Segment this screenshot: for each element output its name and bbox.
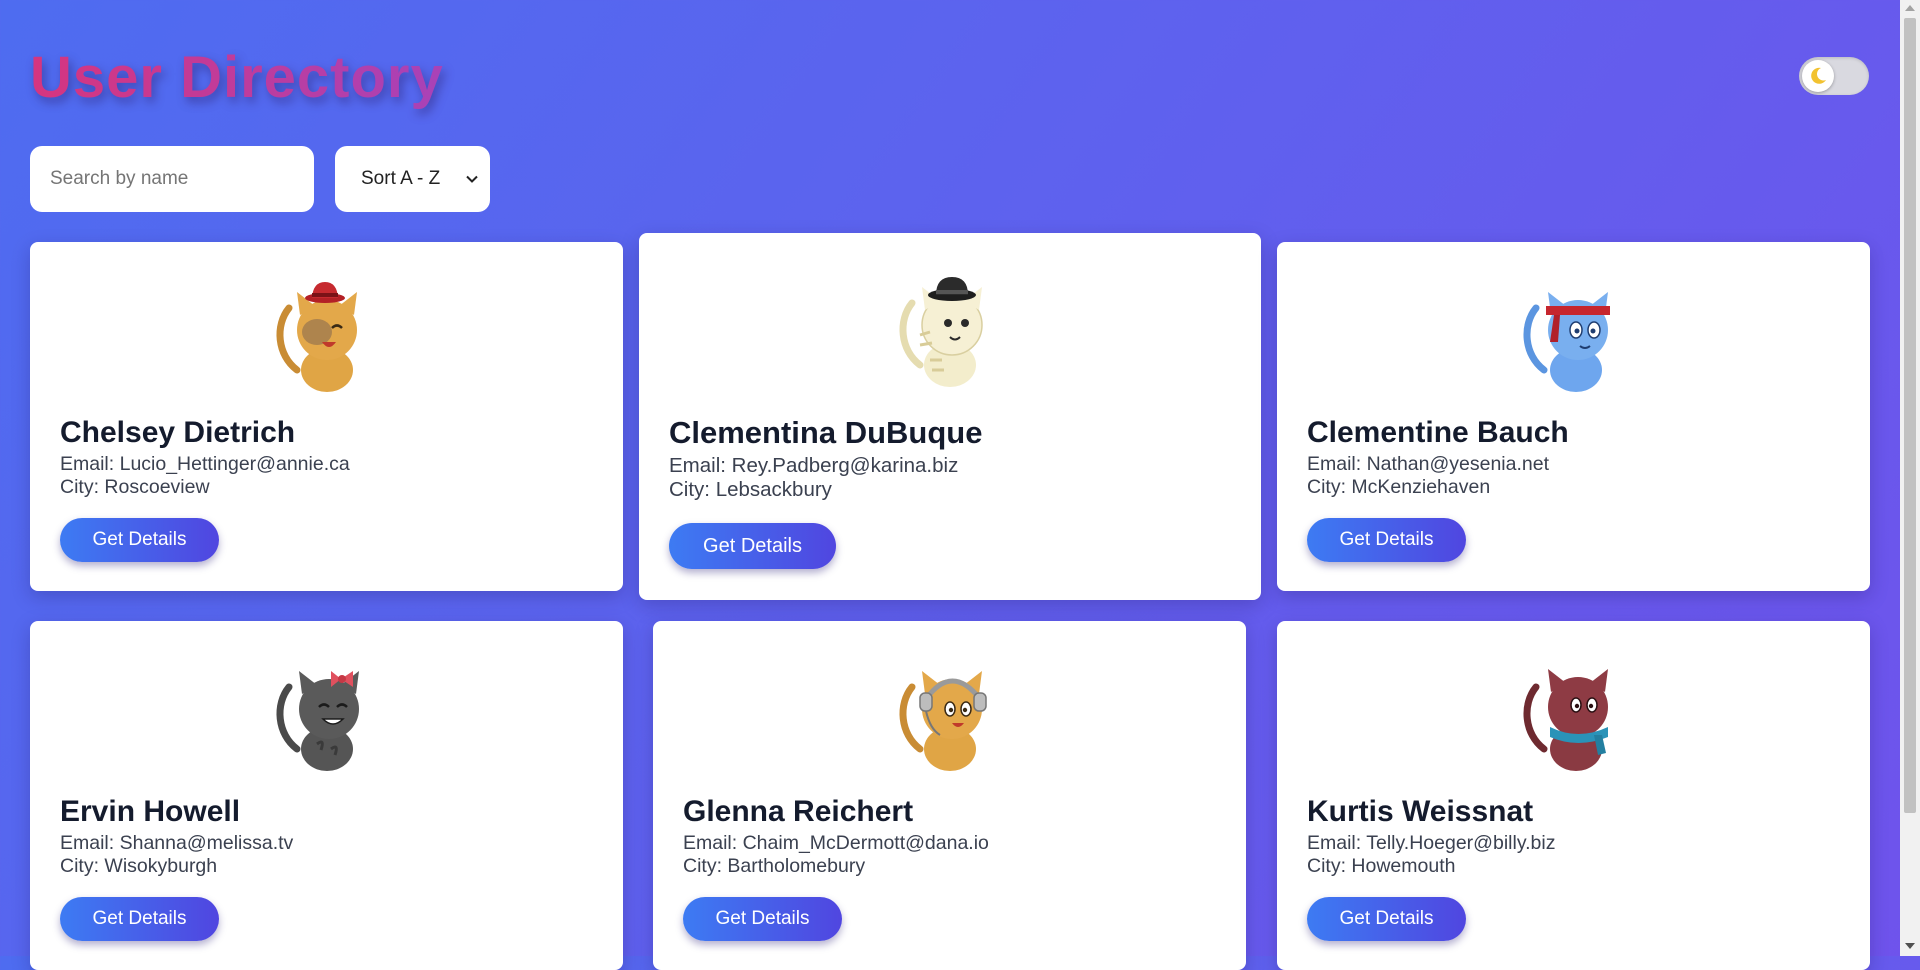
scroll-down-arrow-icon[interactable]	[1905, 943, 1915, 949]
user-city: City: Wisokyburgh	[60, 855, 218, 877]
user-email: Email: Shanna@melissa.tv	[60, 832, 294, 854]
user-email: Email: Rey.Padberg@karina.biz	[669, 454, 959, 477]
orange-cat-red-hat-icon	[275, 282, 357, 392]
user-city: City: Howemouth	[1307, 855, 1456, 877]
page-title: User Directory	[30, 45, 444, 110]
user-email: Email: Lucio_Hettinger@annie.ca	[60, 453, 350, 475]
user-city: City: Roscoeview	[60, 476, 210, 498]
gray-cat-pink-bow-icon	[275, 671, 359, 771]
theme-toggle[interactable]	[1799, 57, 1869, 95]
sort-selected-value: Sort A - Z	[361, 168, 441, 189]
page: User Directory Sort A - Z Chelsey Die	[0, 0, 1900, 970]
sort-select[interactable]: Sort A - Z	[335, 146, 490, 212]
user-card: Glenna Reichert Email: Chaim_McDermott@d…	[653, 621, 1246, 970]
search-input[interactable]	[30, 146, 314, 212]
user-email: Email: Chaim_McDermott@dana.io	[683, 832, 989, 854]
get-details-button[interactable]: Get Details	[60, 518, 219, 562]
vertical-scrollbar[interactable]	[1900, 0, 1920, 956]
user-card: Ervin Howell Email: Shanna@melissa.tv Ci…	[30, 621, 623, 970]
user-card: Clementine Bauch Email: Nathan@yesenia.n…	[1277, 242, 1870, 591]
cream-cat-black-hat-icon	[899, 277, 983, 387]
user-card: Clementina DuBuque Email: Rey.Padberg@ka…	[639, 233, 1261, 600]
user-email: Email: Nathan@yesenia.net	[1307, 453, 1550, 475]
get-details-button[interactable]: Get Details	[60, 897, 219, 941]
user-name: Kurtis Weissnat	[1307, 795, 1534, 828]
toggle-knob	[1802, 60, 1834, 92]
maroon-cat-blue-scarf-icon	[1522, 669, 1608, 771]
scroll-up-arrow-icon[interactable]	[1905, 5, 1915, 11]
user-card: Kurtis Weissnat Email: Telly.Hoeger@bill…	[1277, 621, 1870, 970]
get-details-button[interactable]: Get Details	[1307, 897, 1466, 941]
get-details-button[interactable]: Get Details	[683, 897, 842, 941]
user-name: Ervin Howell	[60, 795, 241, 828]
user-name: Clementine Bauch	[1307, 416, 1569, 449]
user-email: Email: Telly.Hoeger@billy.biz	[1307, 832, 1556, 854]
user-name: Glenna Reichert	[683, 795, 914, 828]
user-name: Clementina DuBuque	[669, 415, 983, 450]
user-name: Chelsey Dietrich	[60, 416, 296, 449]
user-card: Chelsey Dietrich Email: Lucio_Hettinger@…	[30, 242, 623, 591]
user-city: City: McKenziehaven	[1307, 476, 1491, 498]
scrollbar-thumb[interactable]	[1904, 18, 1916, 813]
orange-cat-headphones-icon	[898, 671, 987, 771]
get-details-button[interactable]: Get Details	[1307, 518, 1466, 562]
blue-cat-red-headband-icon	[1522, 292, 1610, 392]
get-details-button[interactable]: Get Details	[669, 523, 836, 569]
user-city: City: Bartholomebury	[683, 855, 866, 877]
user-city: City: Lebsackbury	[669, 478, 832, 501]
chevron-down-icon	[466, 175, 478, 183]
moon-icon	[1811, 67, 1826, 84]
